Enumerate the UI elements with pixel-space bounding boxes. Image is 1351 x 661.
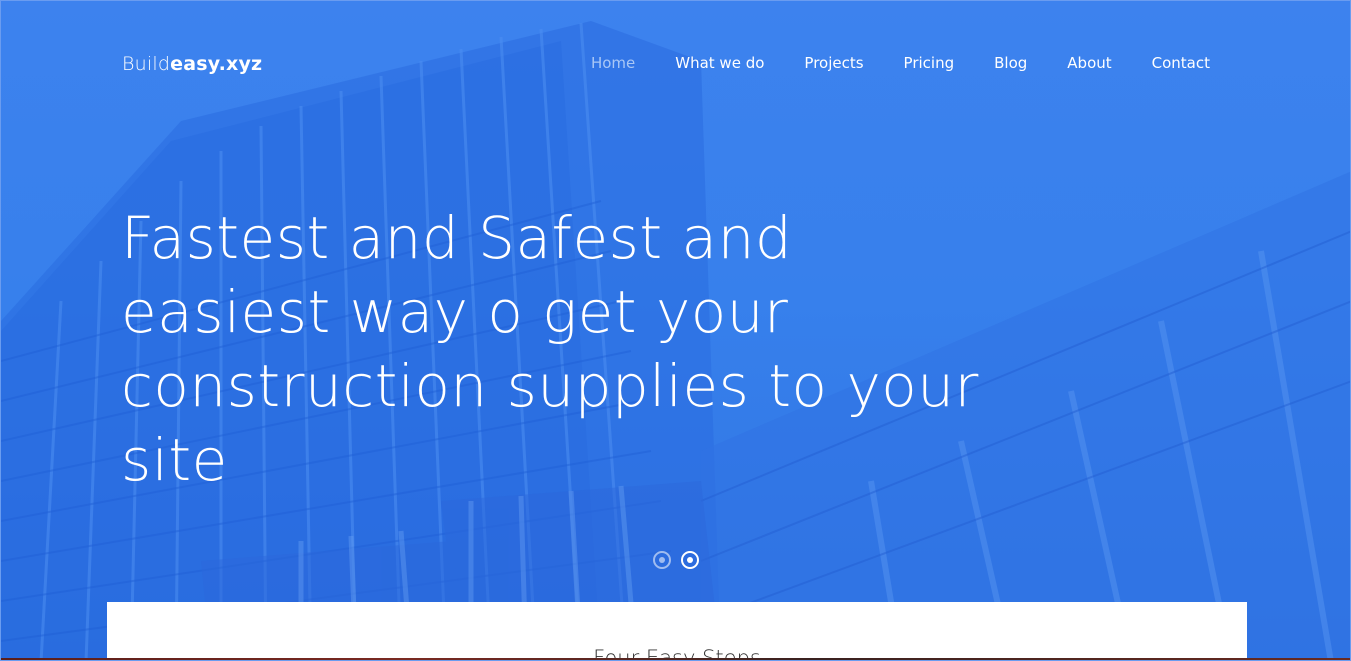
nav-item-contact[interactable]: Contact: [1152, 54, 1210, 72]
main-navigation: Home What we do Projects Pricing Blog Ab…: [551, 54, 1210, 72]
steps-card: Four Easy Steps: [107, 602, 1247, 660]
brand-logo[interactable]: Buildeasy.xyz: [122, 53, 262, 75]
nav-item-what-we-do[interactable]: What we do: [675, 54, 764, 72]
hero-headline-line: site: [121, 426, 228, 494]
brand-logo-prefix: Build: [122, 53, 171, 75]
slider-pagination: [653, 551, 699, 569]
slider-dot-2-active[interactable]: [681, 551, 699, 569]
slider-dot-1[interactable]: [653, 551, 671, 569]
hero-headline-line: construction supplies to your: [121, 352, 979, 420]
brand-logo-emphasis: easy.xyz: [170, 53, 263, 75]
hero-headline-line: easiest way o get your: [121, 278, 789, 346]
nav-item-blog[interactable]: Blog: [994, 54, 1027, 72]
hero-section: Buildeasy.xyz Home What we do Projects P…: [0, 0, 1351, 661]
nav-item-home[interactable]: Home: [591, 54, 635, 72]
nav-item-projects[interactable]: Projects: [804, 54, 863, 72]
nav-item-about[interactable]: About: [1067, 54, 1111, 72]
nav-item-pricing[interactable]: Pricing: [904, 54, 955, 72]
hero-headline: Fastest and Safest and easiest way o get…: [121, 201, 981, 497]
hero-headline-line: Fastest and Safest and: [121, 204, 793, 272]
